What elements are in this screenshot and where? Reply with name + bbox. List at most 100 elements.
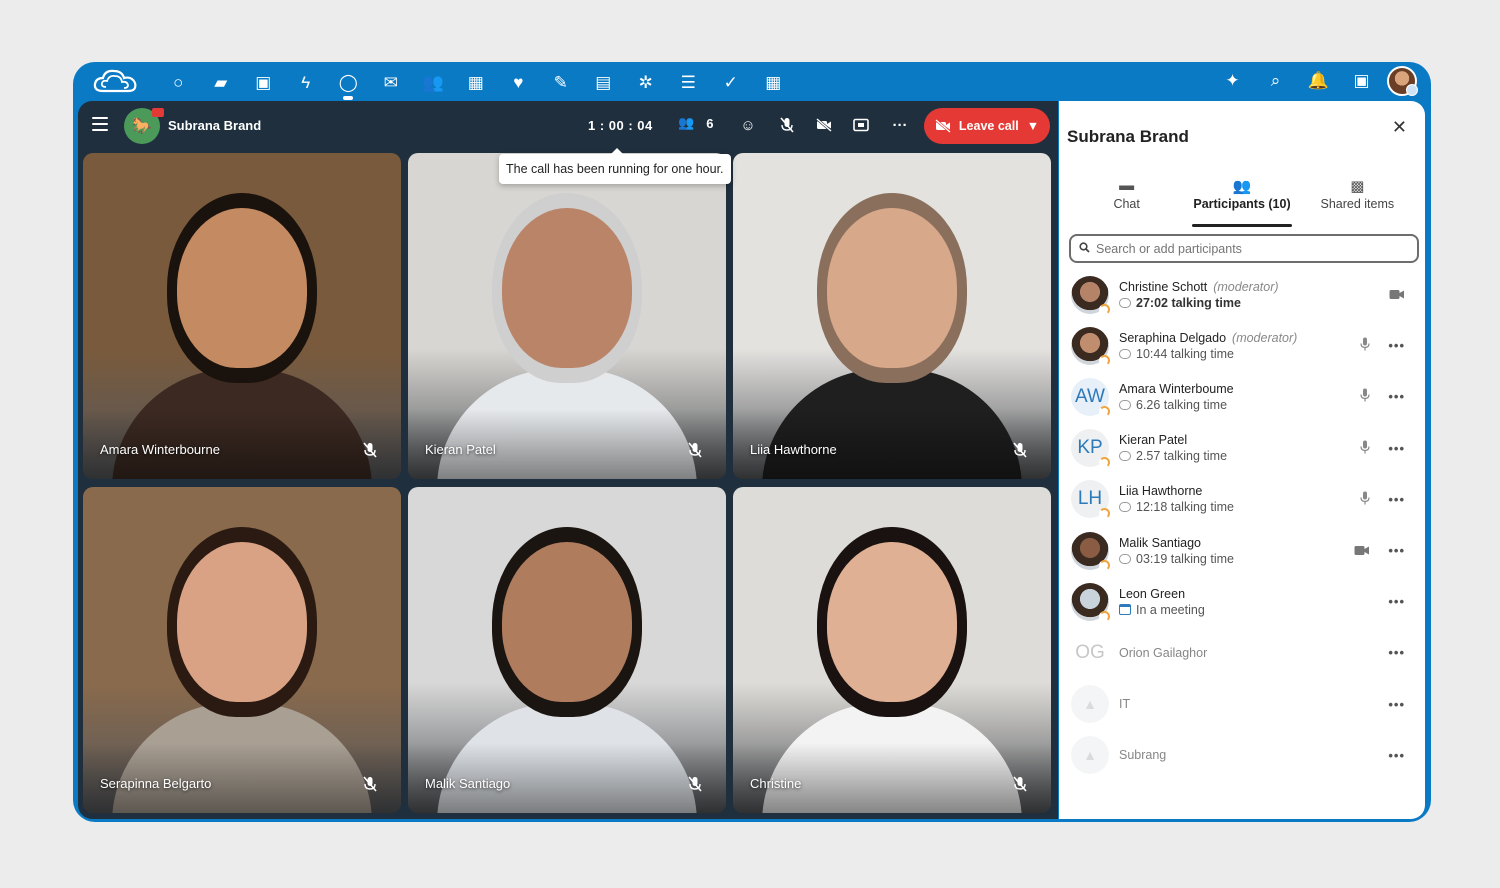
- contacts-menu-icon[interactable]: ▣: [1340, 66, 1383, 96]
- activity-icon[interactable]: ϟ: [285, 68, 328, 96]
- tasks-icon[interactable]: ☰: [667, 68, 710, 96]
- app-window: ○ ▰ ▣ ϟ ◯ ✉ 👥 ▦ ♥ ✎ ▤ ✲ ☰ ✓ ▦ ✦ ⌕ 🔔 ▣ 🐎 Subrana Brand 1 :…: [73, 62, 1431, 822]
- photos-icon[interactable]: ▣: [242, 68, 285, 96]
- menu-icon[interactable]: [92, 117, 108, 131]
- leave-call-label: Leave call: [958, 119, 1019, 133]
- more-options-icon[interactable]: •••: [1388, 645, 1405, 660]
- participant-row[interactable]: Seraphina Delgado (moderator) 10:44 talkin…: [1069, 320, 1419, 371]
- participant-row[interactable]: LH Liia Hawthorne 12:18 talking time •••: [1069, 474, 1419, 525]
- cloud-logo-icon[interactable]: [91, 65, 141, 97]
- screen-share-icon[interactable]: [850, 114, 872, 136]
- tables-icon[interactable]: ▦: [752, 68, 795, 96]
- more-options-icon[interactable]: •••: [1388, 543, 1405, 558]
- more-options-icon[interactable]: •••: [1388, 441, 1405, 456]
- notes-icon[interactable]: ✎: [540, 68, 583, 96]
- participant-name: Leon Green: [1119, 586, 1186, 601]
- video-tile[interactable]: Christine: [733, 487, 1051, 813]
- video-tile[interactable]: Serapinna Belgarto: [83, 487, 401, 813]
- microphone-off-icon: [1011, 775, 1029, 793]
- participant-search[interactable]: [1069, 234, 1419, 263]
- dashboard-icon[interactable]: ○: [157, 68, 200, 96]
- status-text: 10:44 talking time: [1136, 346, 1234, 361]
- video-tile-name: Christine: [750, 776, 802, 791]
- participant-actions: •••: [1360, 371, 1405, 422]
- camera-off-icon[interactable]: [813, 114, 835, 136]
- participants-count-button[interactable]: 👥 6: [678, 115, 713, 131]
- participant-row[interactable]: Malik Santiago 03:19 talking time •••: [1069, 525, 1419, 576]
- contacts-icon[interactable]: 👥: [412, 68, 455, 96]
- video-tile[interactable]: Malik Santiago: [408, 487, 726, 813]
- participant-name-line: Seraphina Delgado (moderator): [1119, 331, 1297, 345]
- video-icon: [1389, 287, 1405, 303]
- microphone-off-icon: [361, 775, 379, 793]
- search-icon[interactable]: ⌕: [1254, 66, 1297, 96]
- microphone-icon: [1360, 388, 1370, 405]
- tab-shared[interactable]: ▩ Shared items: [1300, 173, 1415, 227]
- participant-info: Christine Schott (moderator) 27:02 talking…: [1119, 280, 1279, 310]
- apps-icon[interactable]: ✲: [625, 68, 668, 96]
- files-icon[interactable]: ▰: [200, 68, 243, 96]
- more-options-icon[interactable]: ···: [889, 114, 911, 136]
- checkmark-icon[interactable]: ✓: [710, 68, 753, 96]
- calendar-icon[interactable]: ▦: [455, 68, 498, 96]
- status-away-icon: [1099, 610, 1110, 622]
- video-tile-name: Amara Winterbourne: [100, 442, 220, 457]
- call-duration-tooltip: The call has been running for one hour.: [499, 148, 731, 184]
- chat-bubble-icon: [1119, 399, 1131, 410]
- participant-row[interactable]: ▲ IT •••: [1069, 679, 1419, 730]
- more-options-icon[interactable]: •••: [1388, 748, 1405, 763]
- participant-name-line: Liia Hawthorne: [1119, 484, 1234, 498]
- more-options-icon[interactable]: •••: [1388, 338, 1405, 353]
- participant-name: Orion Gailaghor: [1119, 645, 1208, 660]
- close-icon[interactable]: ✕: [1392, 117, 1407, 138]
- participant-face: [502, 542, 632, 702]
- participant-actions: •••: [1360, 320, 1405, 371]
- microphone-off-icon: [361, 441, 379, 459]
- shared-items-icon: ▩: [1350, 178, 1365, 195]
- participant-row[interactable]: KP Kieran Patel 2.57 talking time •••: [1069, 423, 1419, 474]
- talk-icon[interactable]: ◯: [327, 68, 370, 100]
- more-options-icon[interactable]: •••: [1388, 389, 1405, 404]
- people-icon: 👥: [678, 115, 695, 130]
- tab-participants[interactable]: 👥 Participants (10): [1184, 173, 1299, 227]
- video-grid: Amara Winterbourne Kieran Patel Liia Hawth…: [83, 153, 1053, 815]
- microphone-off-icon[interactable]: [776, 114, 798, 136]
- participant-info: Leon Green In a meeting: [1119, 587, 1205, 617]
- more-options-icon[interactable]: •••: [1388, 492, 1405, 507]
- assistant-icon[interactable]: ✦: [1211, 66, 1254, 96]
- chevron-down-icon[interactable]: ▼: [1027, 119, 1039, 133]
- participant-row[interactable]: ▲ Subrang •••: [1069, 730, 1419, 781]
- deck-icon[interactable]: ▤: [582, 68, 625, 96]
- participant-list: Christine Schott (moderator) 27:02 talking…: [1069, 269, 1419, 781]
- participant-avatar: AW: [1071, 377, 1110, 417]
- participant-info: Liia Hawthorne 12:18 talking time: [1119, 484, 1234, 514]
- participant-status: 2.57 talking time: [1119, 449, 1227, 463]
- tab-chat[interactable]: ▬ Chat: [1069, 173, 1184, 227]
- room-name: Subrana Brand: [168, 118, 262, 133]
- tab-label: Chat: [1113, 197, 1140, 211]
- leave-call-button[interactable]: Leave call ▼: [924, 108, 1050, 144]
- more-options-icon[interactable]: •••: [1388, 697, 1405, 712]
- video-tile[interactable]: Liia Hawthorne: [733, 153, 1051, 479]
- participant-row[interactable]: AW Amara Winterboume 6.26 talking time •••: [1069, 371, 1419, 422]
- chat-bubble-icon: [1119, 553, 1131, 564]
- search-input[interactable]: [1096, 241, 1396, 256]
- microphone-off-icon: [686, 441, 704, 459]
- notifications-icon[interactable]: 🔔: [1297, 66, 1340, 96]
- participant-row[interactable]: OG Orion Gailaghor •••: [1069, 627, 1419, 678]
- more-options-icon[interactable]: •••: [1388, 594, 1405, 609]
- participant-row[interactable]: Leon Green In a meeting •••: [1069, 576, 1419, 627]
- reactions-icon[interactable]: ☺: [737, 114, 759, 136]
- chat-bubble-icon: [1119, 348, 1131, 359]
- mail-icon[interactable]: ✉: [370, 68, 413, 96]
- participant-row[interactable]: Christine Schott (moderator) 27:02 talking…: [1069, 269, 1419, 320]
- video-tile[interactable]: Kieran Patel: [408, 153, 726, 479]
- status-away-icon: [1099, 457, 1110, 469]
- call-timer[interactable]: 1 : 00 : 04: [588, 118, 653, 133]
- participant-info: Malik Santiago 03:19 talking time: [1119, 536, 1234, 566]
- video-tile[interactable]: Amara Winterbourne: [83, 153, 401, 479]
- favorites-icon[interactable]: ♥: [497, 68, 540, 96]
- participant-status: 6.26 talking time: [1119, 398, 1234, 412]
- participant-status: 12:18 talking time: [1119, 500, 1234, 514]
- user-avatar[interactable]: [1387, 66, 1418, 96]
